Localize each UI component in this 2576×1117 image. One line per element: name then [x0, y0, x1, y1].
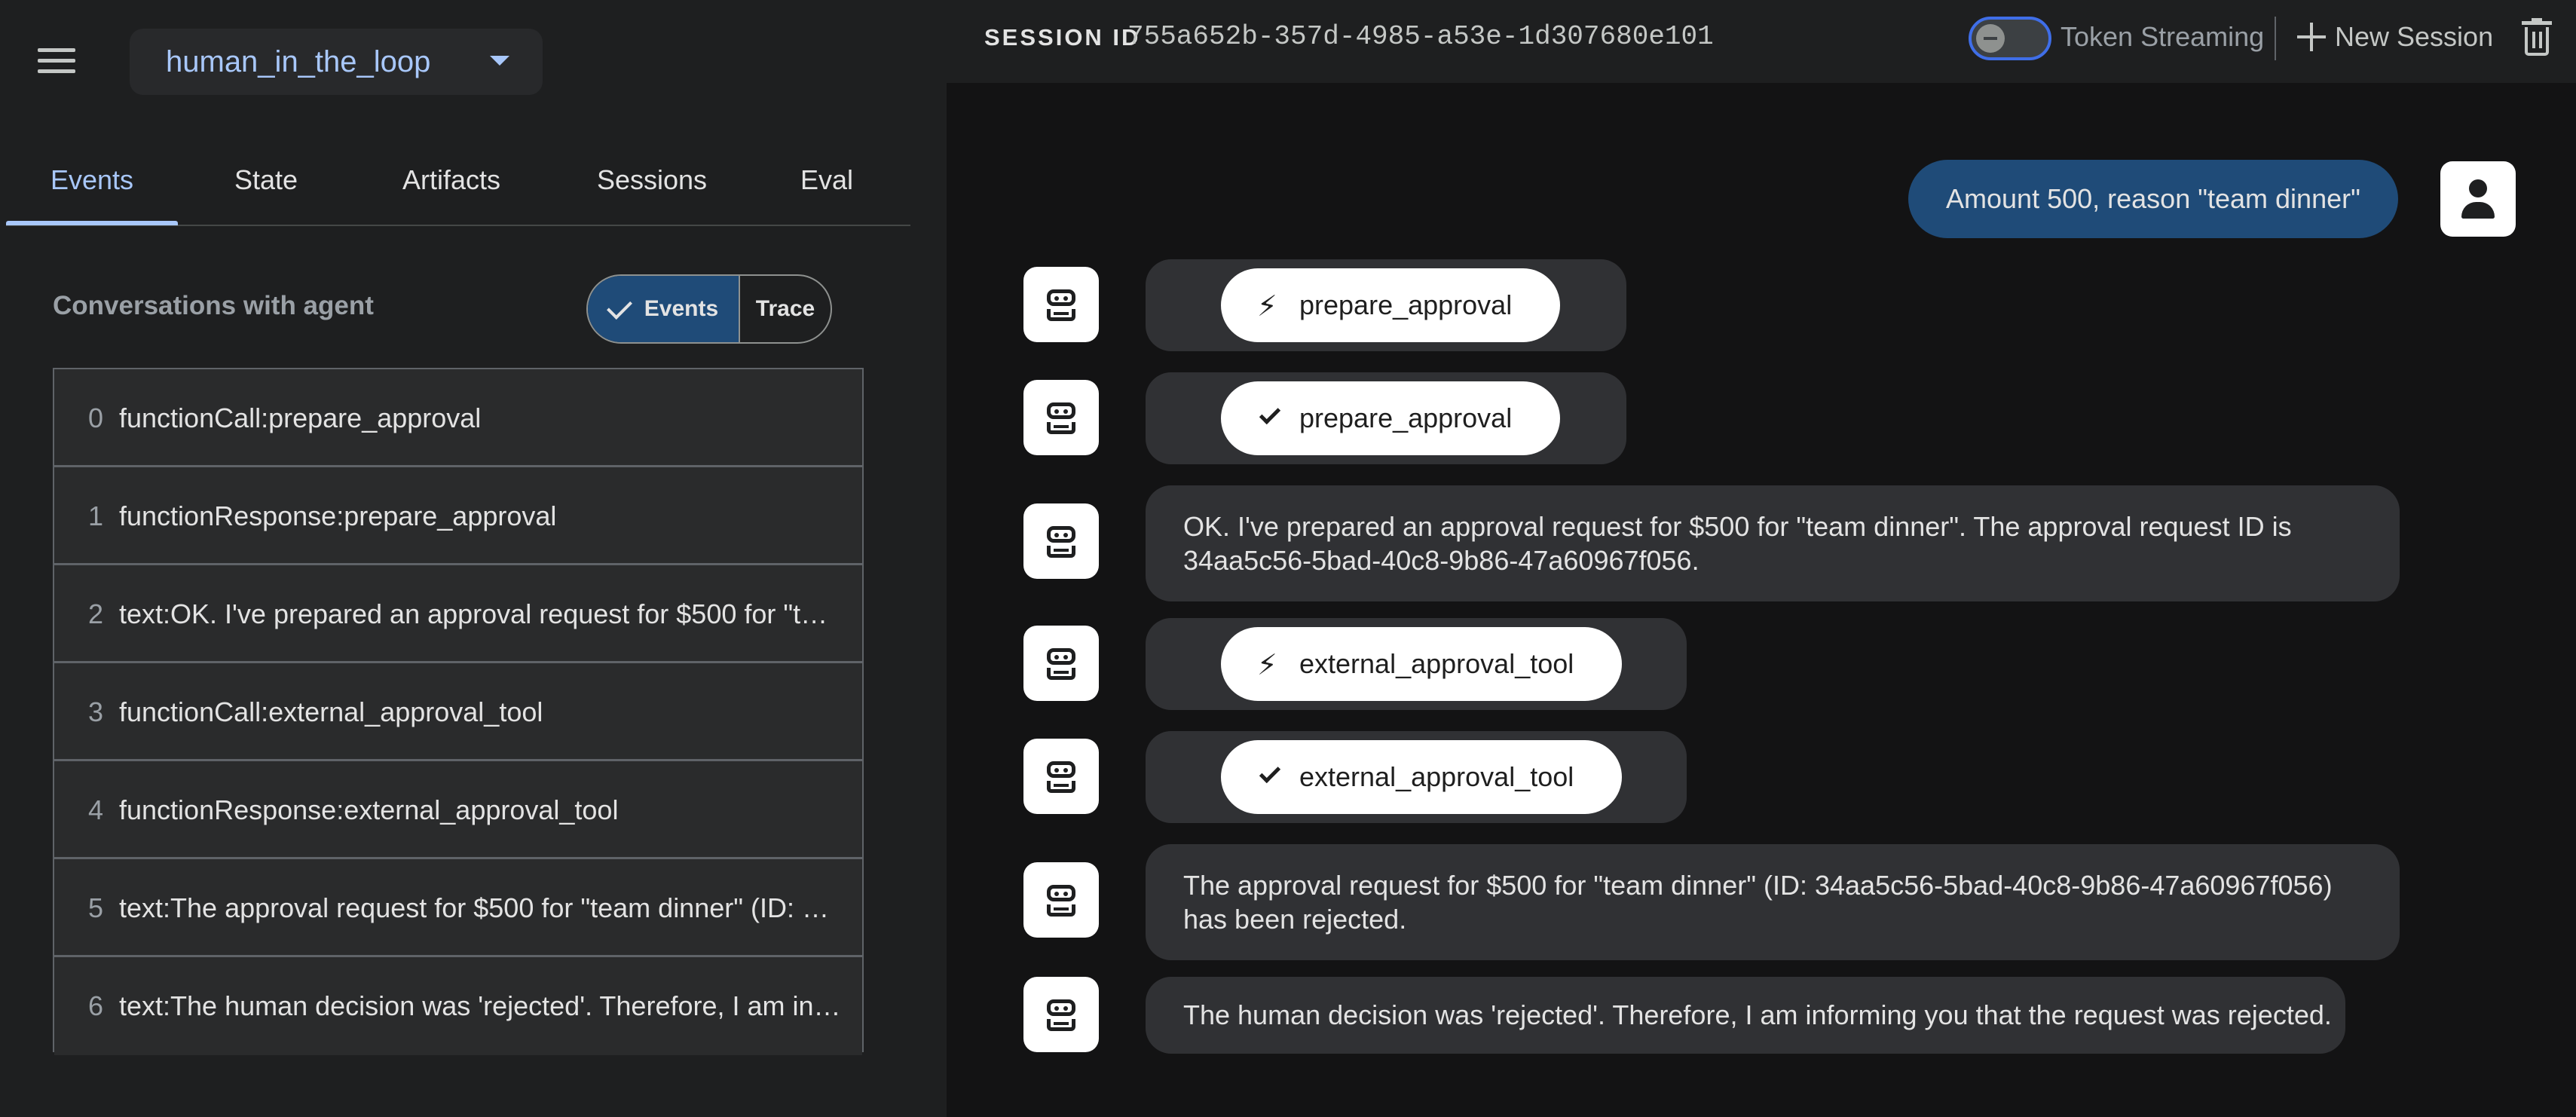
robot-icon [1023, 267, 1099, 342]
event-index: 1 [87, 500, 104, 531]
person-icon [2440, 161, 2516, 237]
side-panel: human_in_the_loop Events State Artifacts… [0, 0, 947, 1117]
function-call-chip[interactable]: ⚡ prepare_approval [1221, 268, 1561, 342]
event-text: text:OK. I've prepared an approval reque… [119, 598, 843, 629]
trace-toggle-button[interactable]: Trace [740, 276, 831, 342]
function-call-row: ⚡ prepare_approval [1146, 259, 1626, 351]
event-text: functionCall:external_approval_tool [119, 696, 543, 727]
event-text: text:The human decision was 'rejected'. … [119, 990, 843, 1021]
function-response-row: external_approval_tool [1146, 731, 1687, 823]
topbar-divider [2275, 17, 2276, 60]
event-text: text:The approval request for $500 for "… [119, 892, 843, 923]
function-call-row: ⚡ external_approval_tool [1146, 618, 1687, 710]
robot-icon [1023, 380, 1099, 455]
function-response-chip[interactable]: prepare_approval [1221, 381, 1561, 455]
event-index: 6 [87, 990, 104, 1021]
session-id-label: SESSION ID [984, 24, 1141, 50]
bolt-icon: ⚡ [1257, 648, 1277, 681]
event-row[interactable]: 4 functionResponse:external_approval_too… [54, 761, 862, 859]
function-call-chip[interactable]: ⚡ external_approval_tool [1221, 627, 1623, 701]
function-response-row: prepare_approval [1146, 372, 1626, 464]
agent-message: OK. I've prepared an approval request fo… [1146, 485, 2400, 601]
trash-icon[interactable] [2522, 18, 2552, 56]
token-streaming-label: Token Streaming [2060, 21, 2265, 52]
app-selector-value: human_in_the_loop [166, 45, 431, 78]
session-topbar: SESSION ID 755a652b-357d-4985-a53e-1d307… [947, 0, 2576, 83]
event-list: 0 functionCall:prepare_approval 1 functi… [53, 368, 864, 1055]
event-row[interactable]: 5 text:The approval request for $500 for… [54, 859, 862, 957]
tab-artifacts[interactable]: Artifacts [365, 164, 538, 196]
event-row[interactable]: 3 functionCall:external_approval_tool [54, 663, 862, 761]
tab-state[interactable]: State [187, 164, 345, 196]
event-index: 5 [87, 892, 104, 923]
event-row[interactable]: 2 text:OK. I've prepared an approval req… [54, 565, 862, 663]
chevron-down-icon [490, 56, 509, 66]
tab-sessions[interactable]: Sessions [565, 164, 739, 196]
token-streaming-toggle[interactable] [1969, 17, 2051, 60]
robot-icon [1023, 739, 1099, 814]
function-name: external_approval_tool [1299, 761, 1574, 792]
conversations-title: Conversations with agent [53, 291, 374, 320]
event-index: 4 [87, 794, 104, 825]
menu-icon[interactable] [38, 44, 78, 74]
tab-eval[interactable]: Eval [763, 164, 891, 196]
app-selector[interactable]: human_in_the_loop [130, 29, 543, 95]
app-root: human_in_the_loop Events State Artifacts… [0, 0, 2576, 1117]
agent-message: The approval request for $500 for "team … [1146, 844, 2400, 960]
toggle-knob [1976, 24, 2005, 53]
check-icon [606, 294, 632, 320]
plus-icon [2297, 23, 2326, 51]
session-id-value: 755a652b-357d-4985-a53e-1d307680e101 [1127, 21, 1714, 52]
side-tabs: Events State Artifacts Sessions Eval [6, 148, 910, 226]
event-index: 3 [87, 696, 104, 727]
event-text: functionCall:prepare_approval [119, 402, 482, 433]
event-index: 0 [87, 402, 104, 433]
robot-icon [1023, 503, 1099, 579]
user-message: Amount 500, reason "team dinner" [1908, 160, 2398, 238]
event-row[interactable]: 0 functionCall:prepare_approval [54, 369, 862, 467]
agent-message: The human decision was 'rejected'. There… [1146, 977, 2345, 1054]
check-icon [1257, 402, 1284, 434]
tab-events[interactable]: Events [6, 164, 178, 196]
event-text: functionResponse:prepare_approval [119, 500, 557, 531]
robot-icon [1023, 862, 1099, 938]
event-row[interactable]: 1 functionResponse:prepare_approval [54, 467, 862, 565]
active-tab-indicator [6, 221, 178, 225]
robot-icon [1023, 977, 1099, 1052]
events-trace-toggle: Events Trace [586, 274, 832, 344]
event-row[interactable]: 6 text:The human decision was 'rejected'… [54, 957, 862, 1055]
check-icon [1257, 761, 1284, 793]
robot-icon [1023, 626, 1099, 701]
function-name: prepare_approval [1299, 402, 1513, 433]
events-toggle-button[interactable]: Events [588, 276, 740, 342]
function-name: external_approval_tool [1299, 648, 1574, 679]
function-name: prepare_approval [1299, 289, 1513, 320]
event-index: 2 [87, 598, 104, 629]
new-session-label: New Session [2335, 21, 2494, 52]
bolt-icon: ⚡ [1257, 289, 1277, 323]
chat-area: Amount 500, reason "team dinner" ⚡ prepa… [947, 83, 2576, 1117]
event-text: functionResponse:external_approval_tool [119, 794, 619, 825]
function-response-chip[interactable]: external_approval_tool [1221, 740, 1623, 814]
events-toggle-label: Events [644, 296, 719, 321]
